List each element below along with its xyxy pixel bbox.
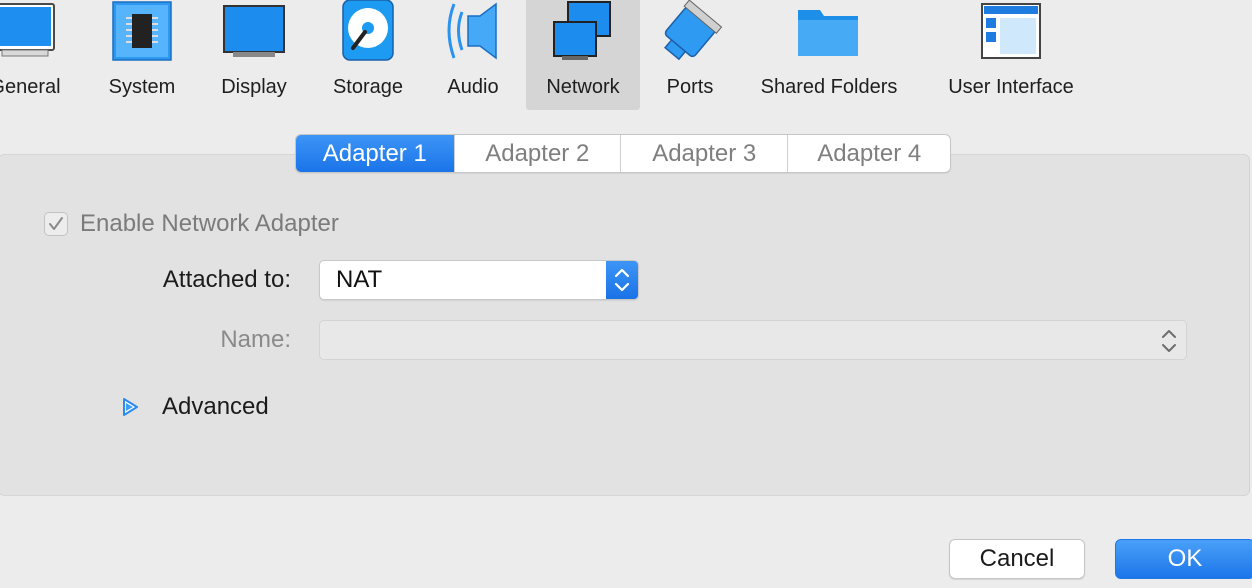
toolbar-label-display: Display	[221, 76, 287, 98]
enable-adapter-checkbox[interactable]	[44, 212, 68, 236]
attached-to-value: NAT	[336, 266, 383, 293]
toolbar-label-user-interface: User Interface	[948, 76, 1074, 98]
name-select[interactable]	[319, 320, 1187, 360]
ports-icon	[664, 0, 723, 61]
toolbar-item-shared-folders[interactable]: Shared Folders	[748, 0, 910, 110]
toolbar-label-general: General	[0, 76, 61, 98]
attached-to-label: Attached to:	[162, 266, 291, 293]
advanced-disclosure[interactable]: Advanced	[120, 393, 269, 421]
toolbar-label-shared-folders: Shared Folders	[760, 76, 898, 98]
tab-adapter-4[interactable]: Adapter 4	[788, 135, 950, 172]
toolbar-item-display[interactable]: Display	[204, 0, 304, 110]
chevron-updown-icon	[614, 268, 630, 292]
disk-icon	[342, 0, 394, 61]
ok-button[interactable]: OK	[1115, 539, 1252, 579]
monitor-icon	[223, 5, 285, 57]
toolbar-label-storage: Storage	[332, 76, 404, 98]
network-icon	[553, 1, 611, 60]
attached-to-select[interactable]: NAT	[319, 260, 639, 300]
cancel-button[interactable]: Cancel	[949, 539, 1085, 579]
tab-adapter-3[interactable]: Adapter 3	[621, 135, 789, 172]
checkmark-icon	[49, 217, 63, 230]
settings-toolbar: General System Display	[0, 0, 1252, 110]
general-icon	[0, 3, 55, 57]
attached-to-stepper[interactable]	[606, 261, 638, 299]
folder-icon	[798, 10, 858, 56]
toolbar-label-audio: Audio	[447, 76, 499, 98]
toolbar-item-audio[interactable]: Audio	[428, 0, 518, 110]
name-label: Name:	[220, 326, 291, 353]
window-icon	[981, 3, 1041, 59]
toolbar-label-ports: Ports	[666, 76, 714, 98]
toolbar-item-ports[interactable]: Ports	[645, 0, 735, 110]
chevron-updown-icon	[1162, 330, 1176, 352]
speaker-icon	[447, 2, 497, 60]
toolbar-item-user-interface[interactable]: User Interface	[936, 0, 1086, 110]
tab-adapter-1[interactable]: Adapter 1	[296, 135, 455, 172]
toolbar-item-network[interactable]: Network	[526, 0, 640, 110]
toolbar-label-network: Network	[546, 76, 620, 98]
enable-adapter-label: Enable Network Adapter	[80, 210, 339, 237]
toolbar-item-storage[interactable]: Storage	[318, 0, 418, 110]
advanced-label: Advanced	[162, 393, 269, 420]
disclosure-triangle-icon[interactable]	[120, 396, 140, 418]
enable-adapter-row: Enable Network Adapter	[44, 210, 339, 238]
toolbar-item-general[interactable]: General	[0, 0, 80, 110]
tab-adapter-2[interactable]: Adapter 2	[455, 135, 621, 172]
toolbar-item-system[interactable]: System	[90, 0, 194, 110]
adapter-tabs: Adapter 1 Adapter 2 Adapter 3 Adapter 4	[295, 134, 951, 173]
toolbar-label-system: System	[108, 76, 176, 98]
chip-icon	[112, 1, 172, 61]
